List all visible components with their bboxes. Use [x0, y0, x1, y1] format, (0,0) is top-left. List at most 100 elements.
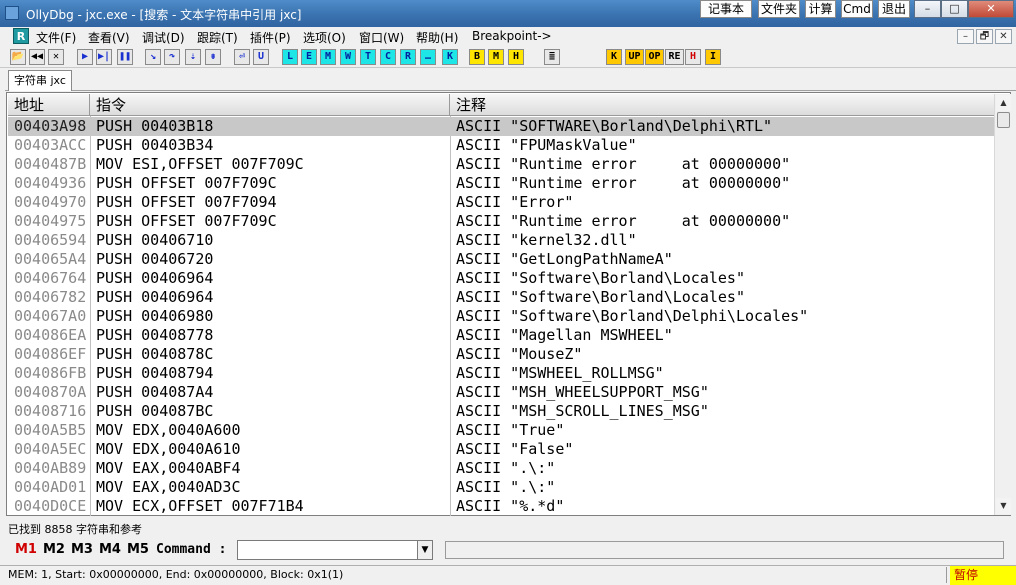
m2-button[interactable]: M2 — [43, 542, 65, 557]
instruction-cell: MOV EAX,0040ABF4 — [96, 459, 241, 477]
mdi-restore-button[interactable]: 🗗 — [976, 29, 993, 44]
menu-debug[interactable]: 调试(D) — [142, 29, 185, 46]
execute-till-return-button[interactable]: ⏎ — [234, 49, 250, 65]
minimize-button[interactable]: – — [914, 0, 941, 18]
menu-trace[interactable]: 跟踪(T) — [197, 29, 238, 46]
table-row[interactable]: 00406594 PUSH 00406710 ASCII "kernel32.dll… — [8, 231, 994, 250]
m4-button[interactable]: M4 — [99, 542, 121, 557]
instruction-cell: PUSH 00403B18 — [96, 117, 214, 135]
table-row[interactable]: 00408716 PUSH 004087BC ASCII "MSH_SCROLL_L… — [8, 402, 994, 421]
address-cell: 0040487B — [14, 155, 87, 173]
column-header-instruction[interactable]: 指令 — [90, 94, 450, 116]
table-row[interactable]: 004086EA PUSH 00408778 ASCII "Magellan MSW… — [8, 326, 994, 345]
exit-button[interactable]: 退出 — [878, 0, 910, 18]
address-cell: 004086EF — [14, 345, 87, 363]
plugin-h-button[interactable]: H — [685, 49, 701, 65]
table-row[interactable]: 00406764 PUSH 00406964 ASCII "Software\Bor… — [8, 269, 994, 288]
close-button[interactable]: ✕ — [48, 49, 64, 65]
cmd-button[interactable]: Cmd — [841, 0, 873, 18]
menu-help[interactable]: 帮助(H) — [416, 29, 458, 46]
memory-breakpoints-button[interactable]: M — [488, 49, 504, 65]
table-row[interactable]: 00404975 PUSH OFFSET 007F709C ASCII "Runti… — [8, 212, 994, 231]
table-row[interactable]: 00406782 PUSH 00406964 ASCII "Software\Bor… — [8, 288, 994, 307]
instruction-cell: PUSH 00406710 — [96, 231, 214, 249]
modules-button[interactable]: E — [301, 49, 317, 65]
table-row[interactable]: 0040A5B5 MOV EDX,0040A600 ASCII "True" — [8, 421, 994, 440]
plugin-k-button[interactable]: K — [606, 49, 622, 65]
table-row[interactable]: 004065A4 PUSH 00406720 ASCII "GetLongPathN… — [8, 250, 994, 269]
hardware-breakpoints-button[interactable]: H — [508, 49, 524, 65]
maximize-button[interactable]: □ — [941, 0, 968, 18]
table-row[interactable]: 0040AD01 MOV EAX,0040AD3C ASCII ".\:" — [8, 478, 994, 497]
calc-button[interactable]: 计算 — [805, 0, 836, 18]
notepad-button[interactable]: 记事本 — [700, 0, 752, 18]
menu-window[interactable]: 窗口(W) — [359, 29, 404, 46]
comment-cell: ASCII "MSH_WHEELSUPPORT_MSG" — [456, 383, 709, 401]
mdi-close-button[interactable]: ✕ — [995, 29, 1012, 44]
table-row[interactable]: 00403A98 PUSH 00403B18 ASCII "SOFTWARE\Bor… — [8, 117, 994, 136]
threads-button[interactable]: T — [360, 49, 376, 65]
tab-strings[interactable]: 字符串 jxc — [8, 70, 72, 91]
column-header-address[interactable]: 地址 — [8, 94, 90, 116]
menu-view[interactable]: 查看(V) — [88, 29, 130, 46]
folder-button[interactable]: 文件夹 — [758, 0, 800, 18]
table-row[interactable]: 004086FB PUSH 00408794 ASCII "MSWHEEL_ROLL… — [8, 364, 994, 383]
table-row[interactable]: 0040A5EC MOV EDX,0040A610 ASCII "False" — [8, 440, 994, 459]
column-header-comment[interactable]: 注释 — [450, 94, 994, 116]
open-button[interactable]: 📂 — [10, 49, 26, 65]
execute-till-user-button[interactable]: U — [253, 49, 269, 65]
windows-button[interactable]: W — [340, 49, 356, 65]
call-stack-button[interactable]: K — [442, 49, 458, 65]
scroll-up-icon[interactable]: ▲ — [996, 95, 1011, 111]
scroll-down-icon[interactable]: ▼ — [996, 498, 1011, 514]
log-button[interactable]: L — [282, 49, 298, 65]
menu-r-icon[interactable]: R — [13, 28, 29, 44]
command-dropdown-icon[interactable]: ▼ — [417, 540, 433, 560]
m3-button[interactable]: M3 — [71, 542, 93, 557]
table-row[interactable]: 004086EF PUSH 0040878C ASCII "MouseZ" — [8, 345, 994, 364]
options-button[interactable]: ≣ — [544, 49, 560, 65]
close-button[interactable]: ✕ — [968, 0, 1014, 18]
restart-button[interactable]: ◀◀ — [29, 49, 45, 65]
plugin-re-button[interactable]: RE — [665, 49, 684, 65]
menu-plugins[interactable]: 插件(P) — [250, 29, 291, 46]
table-row[interactable]: 0040870A PUSH 004087A4 ASCII "MSH_WHEELSUP… — [8, 383, 994, 402]
mdi-minimize-button[interactable]: – — [957, 29, 974, 44]
m5-button[interactable]: M5 — [127, 542, 149, 557]
command-bar: M1 M2 M3 M4 M5 Command : ▼ — [0, 538, 1016, 562]
breakpoints-button[interactable]: B — [469, 49, 485, 65]
trace-into-button[interactable]: ⇣ — [185, 49, 201, 65]
trace-over-button[interactable]: ⇟ — [205, 49, 221, 65]
status-bar: MEM: 1, Start: 0x00000000, End: 0x000000… — [0, 565, 1016, 585]
table-row[interactable]: 00404970 PUSH OFFSET 007F7094 ASCII "Error… — [8, 193, 994, 212]
address-cell: 00408716 — [14, 402, 87, 420]
run-thread-button[interactable]: ▶| — [96, 49, 112, 65]
table-row[interactable]: 004067A0 PUSH 00406980 ASCII "Software\Bor… — [8, 307, 994, 326]
comment-cell: ASCII "SOFTWARE\Borland\Delphi\RTL" — [456, 117, 773, 135]
patches-button[interactable]: R — [400, 49, 416, 65]
table-row[interactable]: 00404936 PUSH OFFSET 007F709C ASCII "Runti… — [8, 174, 994, 193]
pause-button[interactable]: ❚❚ — [117, 49, 133, 65]
command-input[interactable] — [237, 540, 433, 560]
run-button[interactable]: ▶ — [77, 49, 93, 65]
memory-button[interactable]: M — [320, 49, 336, 65]
vertical-scrollbar[interactable]: ▲ ▼ — [994, 94, 1011, 515]
menu-options[interactable]: 选项(O) — [303, 29, 346, 46]
plugin-i-button[interactable]: I — [705, 49, 721, 65]
table-row[interactable]: 0040D0CE MOV ECX,OFFSET 007F71B4 ASCII "%.… — [8, 497, 994, 516]
menu-file[interactable]: 文件(F) — [36, 29, 76, 46]
cpu-button[interactable]: C — [380, 49, 396, 65]
address-cell: 004067A0 — [14, 307, 87, 325]
table-row[interactable]: 00403ACC PUSH 00403B34 ASCII "FPUMaskValue… — [8, 136, 994, 155]
table-row[interactable]: 0040487B MOV ESI,OFFSET 007F709C ASCII "Ru… — [8, 155, 994, 174]
step-into-button[interactable]: ↘ — [145, 49, 161, 65]
table-row[interactable]: 0040AB89 MOV EAX,0040ABF4 ASCII ".\:" — [8, 459, 994, 478]
call-tree-button[interactable]: … — [420, 49, 436, 65]
m1-button[interactable]: M1 — [15, 542, 37, 557]
plugin-up-button[interactable]: UP — [625, 49, 644, 65]
scroll-thumb[interactable] — [997, 112, 1010, 128]
address-cell: 00404975 — [14, 212, 87, 230]
menu-breakpoint[interactable]: Breakpoint-> — [472, 29, 552, 43]
plugin-op-button[interactable]: OP — [645, 49, 664, 65]
step-over-button[interactable]: ↷ — [164, 49, 180, 65]
